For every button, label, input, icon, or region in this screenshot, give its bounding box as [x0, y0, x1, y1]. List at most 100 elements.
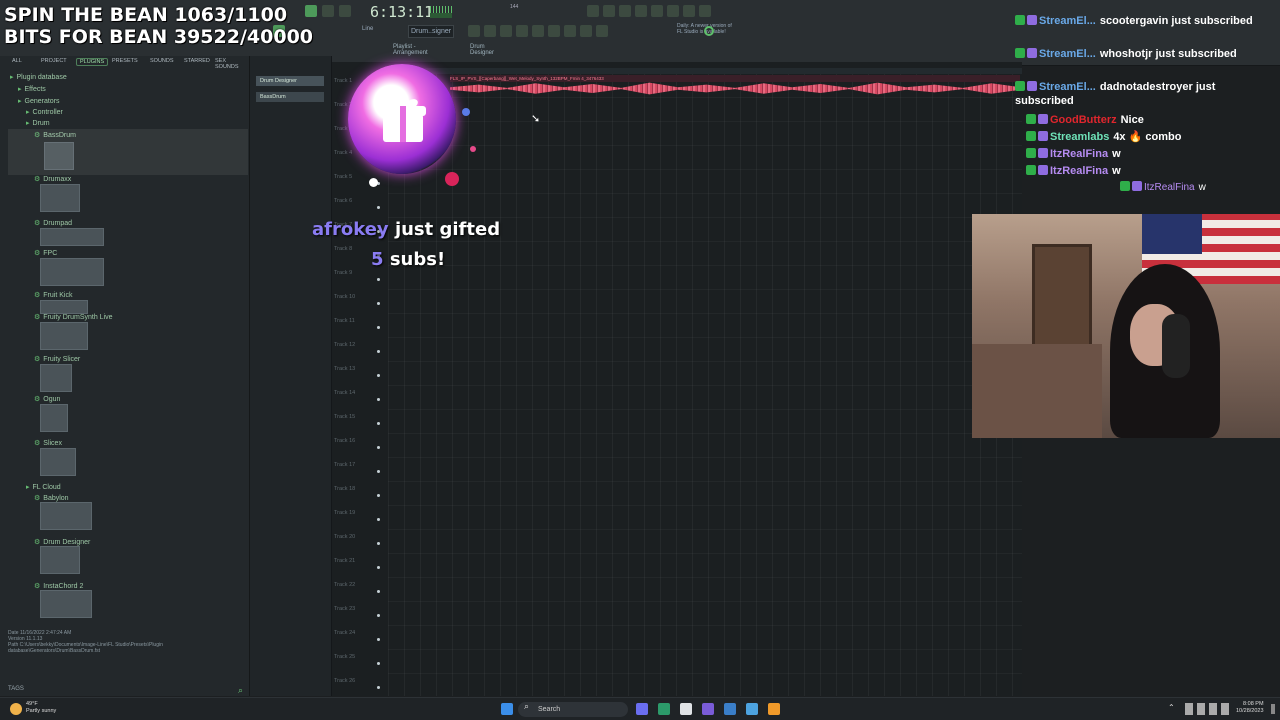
track-label[interactable]: Track 20 — [334, 534, 355, 540]
wait-button[interactable] — [603, 5, 615, 17]
playlist-grid[interactable] — [388, 74, 1022, 696]
tool-delete-button[interactable] — [500, 25, 512, 37]
channel-item[interactable]: Drum Designer — [256, 76, 324, 86]
tool-mute-button[interactable] — [516, 25, 528, 37]
tree-item[interactable]: ⚙ FPC — [34, 249, 57, 257]
track-label[interactable]: Track 14 — [334, 390, 355, 396]
plugin-thumbnail[interactable] — [40, 546, 80, 574]
tree-item[interactable]: ⚙ Ogun — [34, 395, 60, 403]
track-label[interactable]: Track 17 — [334, 462, 355, 468]
plugin-thumbnail[interactable] — [40, 448, 76, 476]
plugin-thumbnail[interactable] — [40, 184, 80, 212]
track-label[interactable]: Track 15 — [334, 414, 355, 420]
chat-username[interactable]: ItzRealFina — [1050, 148, 1108, 160]
tree-item[interactable]: ⚙ Babylon — [34, 494, 69, 502]
track-mute-led[interactable] — [377, 662, 380, 665]
track-mute-led[interactable] — [377, 446, 380, 449]
plugin-thumbnail[interactable] — [40, 590, 92, 618]
track-label[interactable]: Track 21 — [334, 558, 355, 564]
mixer-button[interactable] — [651, 5, 663, 17]
plugin-thumbnail[interactable] — [40, 300, 88, 314]
playlist-channel[interactable]: Drum Designer — [470, 44, 494, 56]
browser-tab[interactable]: ALL — [12, 58, 22, 64]
chat-username[interactable]: StreamEl... — [1039, 48, 1096, 60]
plugin-thumbnail[interactable] — [40, 228, 104, 246]
snap-mode[interactable]: Line — [362, 26, 373, 32]
track-mute-led[interactable] — [377, 326, 380, 329]
tree-item[interactable]: ▸ Drum — [26, 119, 50, 127]
chat-username[interactable]: Streamlabs — [1050, 131, 1109, 143]
track-mute-led[interactable] — [377, 302, 380, 305]
track-mute-led[interactable] — [377, 422, 380, 425]
tree-item[interactable]: ⚙ Drumpad — [34, 219, 72, 227]
track-mute-led[interactable] — [377, 686, 380, 689]
chat-username[interactable]: ItzRealFina — [1050, 165, 1108, 177]
app-icon[interactable] — [746, 703, 758, 715]
track-label[interactable]: Track 11 — [334, 318, 355, 324]
track-mute-led[interactable] — [377, 494, 380, 497]
track-mute-led[interactable] — [377, 470, 380, 473]
record-button[interactable] — [339, 5, 351, 17]
audio-clip-header[interactable]: FLS_IP_PVS_[[Caperbang]]_Wet_Melody_Synt… — [450, 75, 1020, 82]
search-icon[interactable]: ⌕ — [238, 685, 243, 696]
track-mute-led[interactable] — [377, 278, 380, 281]
track-mute-led[interactable] — [377, 614, 380, 617]
tool-zoom-button[interactable] — [580, 25, 592, 37]
track-label[interactable]: Track 12 — [334, 342, 355, 348]
track-label[interactable]: Track 6 — [334, 198, 352, 204]
browser-tab[interactable]: STARRED — [184, 58, 210, 64]
tree-item[interactable]: ▸ Controller — [26, 108, 63, 116]
track-label[interactable]: Track 19 — [334, 510, 355, 516]
track-label[interactable]: Track 10 — [334, 294, 355, 300]
pattern-selector[interactable]: Drum..signer — [408, 25, 454, 38]
weather-icon[interactable] — [10, 703, 22, 715]
browser-tab[interactable]: PRESETS — [112, 58, 138, 64]
tree-item[interactable]: ⚙ Fruity Slicer — [34, 355, 80, 363]
tree-item[interactable]: ▸ Plugin database — [10, 73, 67, 81]
piano-roll-button[interactable] — [683, 5, 695, 17]
chat-username[interactable]: GoodButterz — [1050, 114, 1117, 126]
discord-icon[interactable] — [702, 703, 714, 715]
metronome-button[interactable] — [587, 5, 599, 17]
tree-item[interactable]: ⚙ Fruity DrumSynth Live — [34, 313, 113, 321]
plugin-thumbnail[interactable] — [40, 322, 88, 350]
chrome-icon[interactable] — [658, 703, 670, 715]
start-icon[interactable] — [501, 703, 513, 715]
channel-item[interactable]: BassDrum — [256, 92, 324, 102]
explorer-icon[interactable] — [680, 703, 692, 715]
tool-playback-button[interactable] — [596, 25, 608, 37]
tool-select-button[interactable] — [564, 25, 576, 37]
stop-button[interactable] — [322, 5, 334, 17]
tree-item[interactable]: ▸ Effects — [18, 85, 46, 93]
track-label[interactable]: Track 26 — [334, 678, 355, 684]
tree-item[interactable]: ⚙ Fruit Kick — [34, 291, 72, 299]
track-label[interactable]: Track 5 — [334, 174, 352, 180]
track-mute-led[interactable] — [377, 638, 380, 641]
chat-username[interactable]: StreamEl... — [1039, 15, 1096, 27]
help-button[interactable] — [635, 5, 647, 17]
chat-username[interactable]: StreamEl... — [1039, 81, 1096, 93]
tool-paint-button[interactable] — [484, 25, 496, 37]
browser-tab[interactable]: SOUNDS — [150, 58, 174, 64]
tool-slice-button[interactable] — [548, 25, 560, 37]
online-icon[interactable] — [704, 26, 714, 36]
plugin-thumbnail[interactable] — [40, 502, 92, 530]
track-mute-led[interactable] — [377, 350, 380, 353]
taskbar-clock[interactable]: 8:08 PM 10/28/2023 — [1236, 701, 1264, 715]
track-label[interactable]: Track 23 — [334, 606, 355, 612]
browser-tab[interactable]: PLUGINS — [76, 58, 109, 66]
track-mute-led[interactable] — [377, 398, 380, 401]
tree-item[interactable]: ⚙ Slicex — [34, 439, 62, 447]
tree-item[interactable]: ▸ FL Cloud — [26, 483, 61, 491]
track-label[interactable]: Track 18 — [334, 486, 355, 492]
chat-username[interactable]: ItzRealFina — [1144, 182, 1195, 193]
tree-item[interactable]: ⚙ Drumaxx — [34, 175, 71, 183]
countdown-button[interactable] — [619, 5, 631, 17]
fl-studio-icon[interactable] — [768, 703, 780, 715]
track-mute-led[interactable] — [377, 206, 380, 209]
channel-rack-button[interactable] — [667, 5, 679, 17]
track-label[interactable]: Track 25 — [334, 654, 355, 660]
plugin-thumbnail[interactable] — [40, 364, 72, 392]
plugin-thumbnail[interactable] — [40, 404, 68, 432]
track-label[interactable]: Track 16 — [334, 438, 355, 444]
